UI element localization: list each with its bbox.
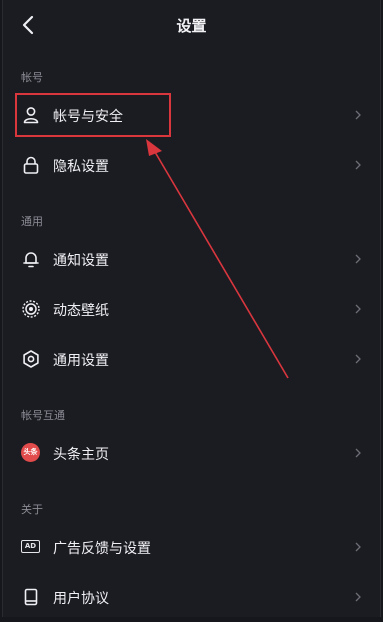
user-agreement-item[interactable]: 用户协议 bbox=[3, 572, 380, 622]
live-wallpaper-label: 动态壁纸 bbox=[53, 303, 109, 319]
chevron-right-icon bbox=[355, 448, 361, 458]
notification-settings-item[interactable]: 通知设置 bbox=[3, 234, 380, 284]
wallpaper-icon bbox=[22, 300, 40, 318]
ad-feedback-label: 广告反馈与设置 bbox=[53, 541, 151, 557]
lock-icon bbox=[23, 156, 39, 174]
section-label-account: 帐号 bbox=[21, 71, 43, 84]
chevron-right-icon bbox=[355, 254, 361, 264]
header: 设置 bbox=[3, 0, 380, 50]
privacy-settings-item[interactable]: 隐私设置 bbox=[3, 140, 380, 190]
user-agreement-label: 用户协议 bbox=[53, 591, 109, 607]
chevron-right-icon bbox=[355, 304, 361, 314]
section-label-about: 关于 bbox=[21, 503, 43, 516]
ad-icon: AD bbox=[21, 540, 40, 553]
toutiao-home-item[interactable]: 头条 头条主页 bbox=[3, 428, 380, 478]
settings-screen: 设置 帐号 帐号与安全 隐私设置 通用 通知设置 动态壁纸 通用设置 帐号互通 … bbox=[2, 0, 381, 617]
chevron-right-icon bbox=[355, 542, 361, 552]
live-wallpaper-item[interactable]: 动态壁纸 bbox=[3, 284, 380, 334]
chevron-right-icon bbox=[355, 160, 361, 170]
general-settings-label: 通用设置 bbox=[53, 353, 109, 369]
chevron-right-icon bbox=[355, 354, 361, 364]
highlight-annotation-box bbox=[15, 93, 171, 137]
book-icon bbox=[24, 588, 38, 606]
page-title: 设置 bbox=[176, 17, 207, 35]
bell-icon bbox=[23, 252, 39, 268]
toutiao-home-label: 头条主页 bbox=[53, 447, 109, 463]
section-label-linked-accounts: 帐号互通 bbox=[21, 409, 65, 422]
notification-settings-label: 通知设置 bbox=[53, 253, 109, 269]
ad-feedback-item[interactable]: AD 广告反馈与设置 bbox=[3, 522, 380, 572]
general-settings-item[interactable]: 通用设置 bbox=[3, 334, 380, 384]
toutiao-logo-icon: 头条 bbox=[21, 443, 40, 462]
section-label-general: 通用 bbox=[21, 215, 43, 228]
gear-icon bbox=[23, 350, 39, 368]
chevron-right-icon bbox=[355, 592, 361, 602]
privacy-settings-label: 隐私设置 bbox=[53, 159, 109, 175]
chevron-right-icon bbox=[355, 110, 361, 120]
